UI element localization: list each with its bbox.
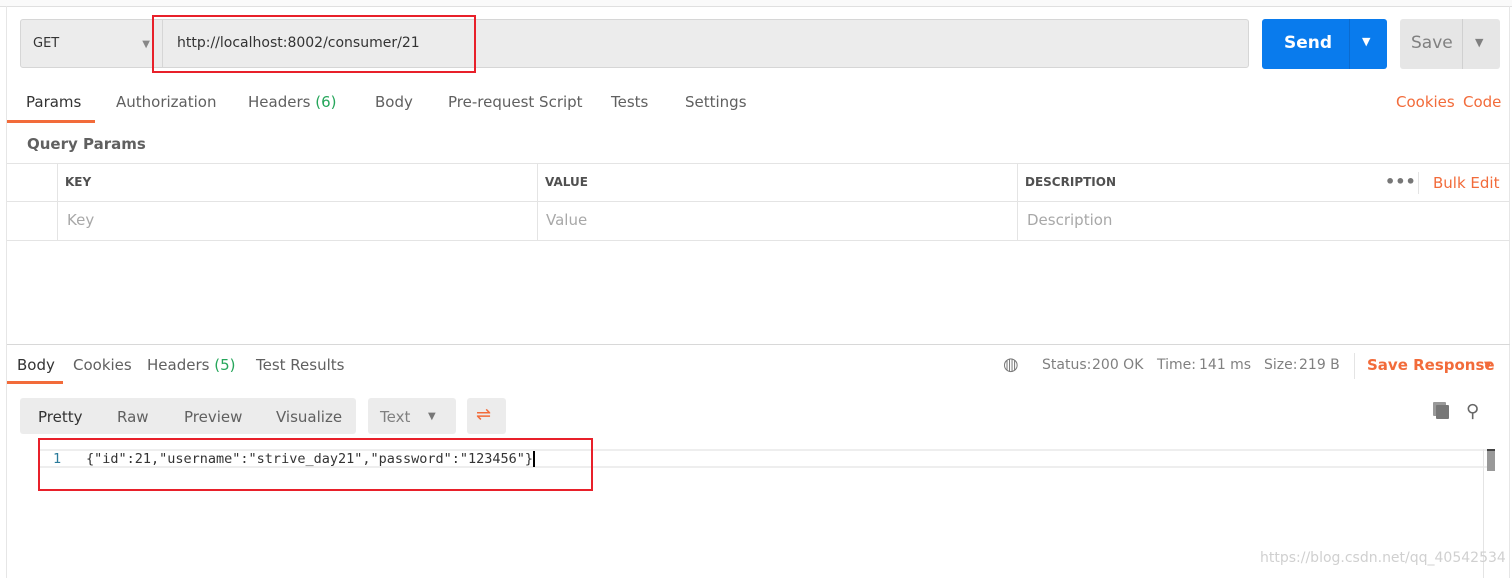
headers-count: (6) <box>315 93 337 111</box>
value-header: VALUE <box>545 175 588 189</box>
value-input[interactable]: Value <box>546 211 587 229</box>
method-label: GET <box>33 36 60 51</box>
url-highlight-box <box>152 15 476 73</box>
tab-headers[interactable]: Headers (6) <box>248 93 336 111</box>
tab-body[interactable]: Body <box>375 93 413 111</box>
format-select[interactable]: Text ▼ <box>368 398 456 434</box>
status-label: Status: <box>1042 357 1092 373</box>
view-mode-selector: Pretty Raw Preview Visualize <box>20 398 356 434</box>
chevron-down-icon: ▼ <box>142 39 150 50</box>
response-headers-count: (5) <box>214 356 236 374</box>
top-border <box>0 0 1512 7</box>
tab-pre-request-script[interactable]: Pre-request Script <box>448 93 583 111</box>
wrap-icon: ⇌ <box>476 404 492 425</box>
time-label: Time: <box>1157 357 1196 373</box>
format-label: Text <box>380 408 411 426</box>
save-button[interactable]: Save ▼ <box>1400 19 1500 69</box>
save-dropdown-icon[interactable]: ▼ <box>1475 36 1483 49</box>
save-label: Save <box>1411 33 1453 53</box>
description-input[interactable]: Description <box>1027 211 1112 229</box>
size-value: 219 B <box>1299 357 1340 373</box>
view-raw[interactable]: Raw <box>117 408 149 426</box>
bulk-edit-link[interactable]: Bulk Edit <box>1433 174 1499 192</box>
tab-settings[interactable]: Settings <box>685 93 747 111</box>
query-params-title: Query Params <box>27 135 146 153</box>
globe-icon[interactable]: ◍ <box>1003 354 1019 375</box>
key-header: KEY <box>65 175 92 189</box>
response-tab-test-results[interactable]: Test Results <box>256 356 344 374</box>
response-headers-label: Headers <box>147 356 210 374</box>
chevron-down-icon: ▼ <box>428 411 436 422</box>
send-button[interactable]: Send ▼ <box>1262 19 1387 69</box>
pane-divider[interactable] <box>7 344 1510 345</box>
time-value: 141 ms <box>1199 357 1252 373</box>
body-highlight-box <box>38 438 593 491</box>
view-visualize[interactable]: Visualize <box>276 408 342 426</box>
tab-params[interactable]: Params <box>26 93 81 111</box>
right-border <box>1509 6 1510 578</box>
search-icon[interactable]: ⚲ <box>1466 401 1479 422</box>
response-tab-headers[interactable]: Headers (5) <box>147 356 235 374</box>
response-tab-cookies[interactable]: Cookies <box>73 356 132 374</box>
more-options-icon[interactable]: ••• <box>1385 172 1416 191</box>
view-pretty[interactable]: Pretty <box>38 408 83 426</box>
code-link[interactable]: Code <box>1463 93 1501 111</box>
save-response-button[interactable]: Save Response <box>1367 356 1495 374</box>
response-active-tab-indicator <box>7 381 63 384</box>
description-header: DESCRIPTION <box>1025 175 1117 189</box>
send-dropdown-icon[interactable]: ▼ <box>1362 35 1370 48</box>
tab-tests[interactable]: Tests <box>611 93 648 111</box>
response-tab-body[interactable]: Body <box>17 356 55 374</box>
cookies-link[interactable]: Cookies <box>1396 93 1455 111</box>
method-select[interactable]: GET ▼ <box>20 19 163 68</box>
watermark: https://blog.csdn.net/qq_40542534 <box>1260 550 1506 566</box>
wrap-lines-button[interactable]: ⇌ <box>467 398 506 434</box>
view-preview[interactable]: Preview <box>184 408 242 426</box>
status-value: 200 OK <box>1092 357 1144 373</box>
tab-authorization[interactable]: Authorization <box>116 93 216 111</box>
editor-scrollbar[interactable] <box>1487 449 1495 471</box>
save-response-dropdown-icon[interactable]: ▼ <box>1484 360 1492 371</box>
left-border <box>6 6 7 578</box>
size-label: Size: <box>1264 357 1298 373</box>
active-tab-indicator <box>7 120 95 123</box>
send-label: Send <box>1284 33 1333 53</box>
key-input[interactable]: Key <box>67 211 94 229</box>
copy-icon[interactable] <box>1436 405 1449 419</box>
tab-headers-label: Headers <box>248 93 311 111</box>
